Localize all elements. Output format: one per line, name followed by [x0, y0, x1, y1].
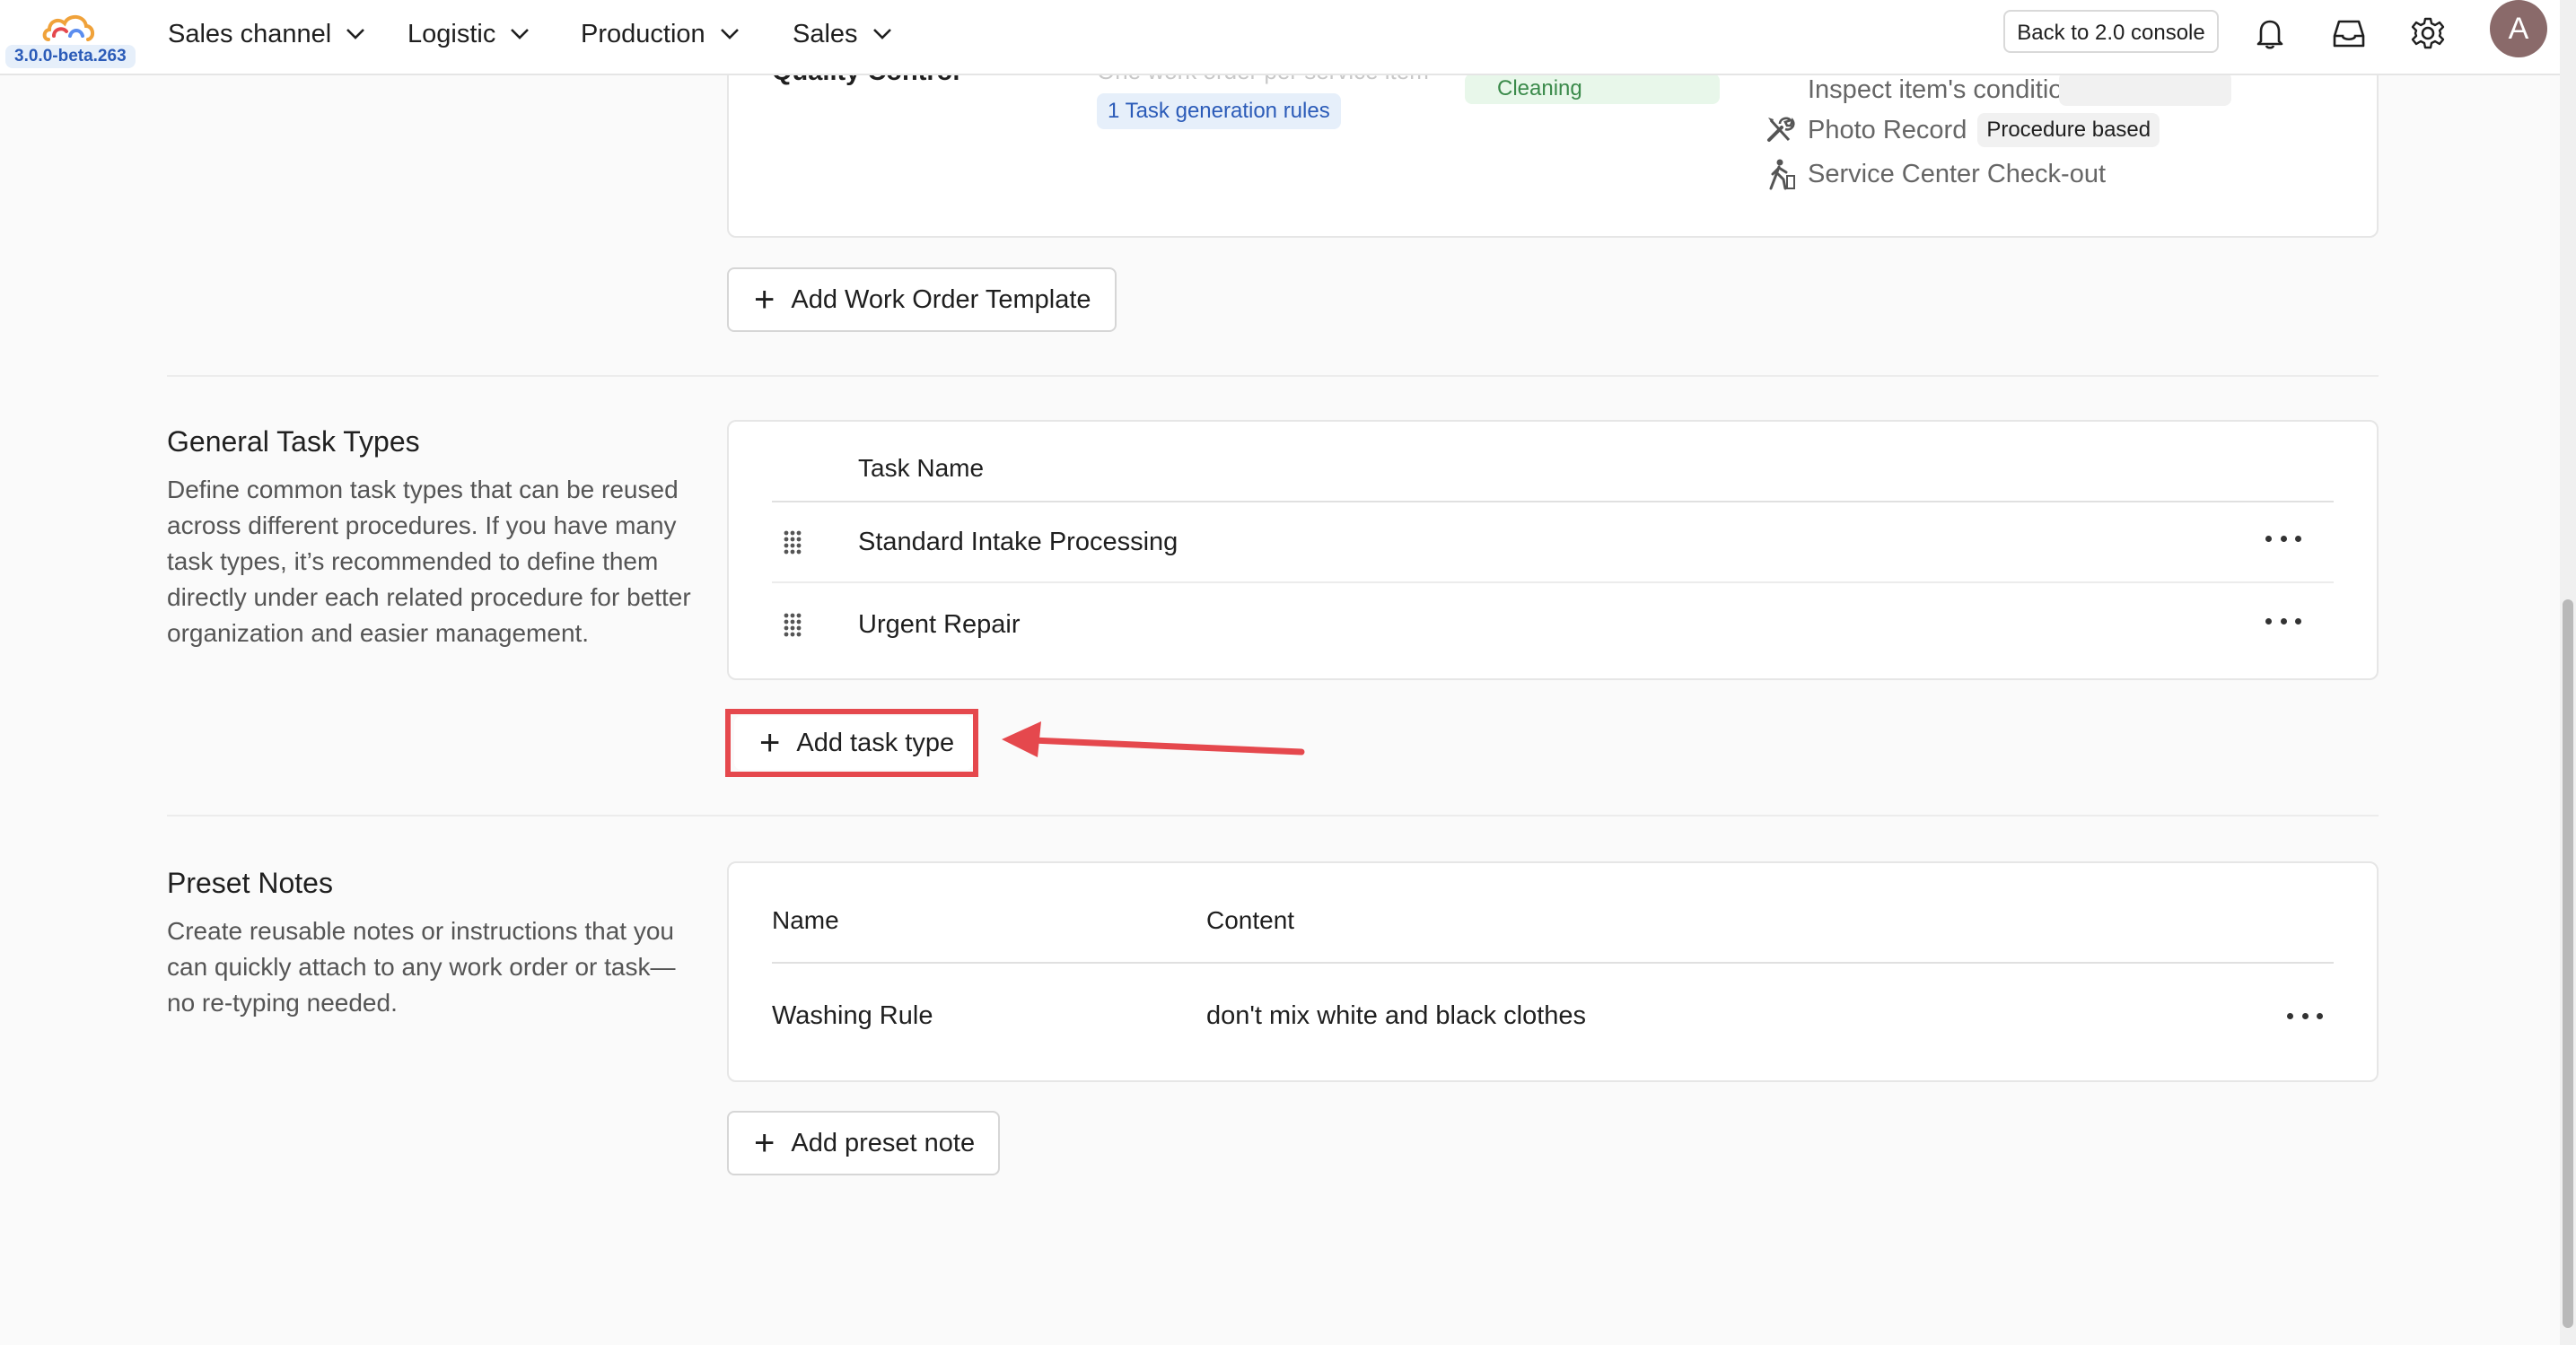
task-name: Service Center Check-out — [1808, 159, 2107, 188]
table-divider — [772, 962, 2334, 964]
drag-handle-icon[interactable] — [783, 529, 802, 556]
plus-icon: + — [754, 1123, 775, 1163]
work-order-task-row: Inspect item's condition — [1765, 75, 2078, 105]
nav-sales[interactable]: Sales — [793, 16, 892, 52]
column-header-content: Content — [1206, 906, 1295, 934]
work-order-task-row: Service Center Check-out — [1765, 158, 2106, 190]
annotation-arrow-icon — [1002, 721, 1305, 757]
back-to-console-button[interactable]: Back to 2.0 console — [2003, 10, 2219, 53]
more-options-icon[interactable] — [2265, 612, 2301, 630]
walking-person-icon — [1765, 158, 1797, 190]
nav-label: Logistic — [407, 19, 496, 48]
chevron-down-icon — [511, 29, 530, 39]
column-header-task-name: Task Name — [858, 454, 985, 482]
bell-icon[interactable] — [2251, 14, 2289, 52]
section-description: Create reusable notes or instructions th… — [167, 917, 676, 1017]
inbox-icon[interactable] — [2330, 14, 2368, 52]
version-badge: 3.0.0-beta.263 — [5, 45, 136, 68]
section-divider — [167, 375, 2379, 377]
table-row-name: Washing Rule — [772, 1001, 933, 1030]
button-label: Add Work Order Template — [791, 284, 1091, 314]
table-row: Standard Intake Processing — [858, 528, 1178, 556]
section-title: Preset Notes — [167, 867, 333, 899]
procedure-based-badge: Procedure based — [1977, 113, 2160, 147]
chevron-down-icon — [346, 29, 365, 39]
nav-sales-channel[interactable]: Sales channel — [168, 16, 365, 52]
add-preset-note-button[interactable]: + Add preset note — [727, 1111, 1000, 1175]
plus-icon: + — [754, 280, 775, 319]
highlight-box — [725, 709, 978, 777]
status-tag-label: Cleaning — [1497, 76, 1582, 100]
nav-label: Production — [581, 19, 705, 48]
chevron-down-icon — [720, 29, 739, 39]
table-row: Urgent Repair — [858, 610, 1021, 639]
top-navigation-bar: 3.0.0-beta.263 Sales channel Logistic Pr… — [0, 0, 2560, 75]
section-title: General Task Types — [167, 425, 420, 458]
table-divider — [772, 501, 2334, 502]
cloud-logo-icon — [42, 14, 94, 41]
section-divider — [167, 815, 2379, 817]
nav-logistic[interactable]: Logistic — [407, 16, 530, 52]
button-label: Add preset note — [791, 1128, 976, 1157]
task-name: Photo Record — [1808, 115, 1967, 144]
preset-notes-table-card — [727, 861, 2379, 1082]
procedure-based-badge — [2059, 72, 2231, 106]
task-generation-rules-tag[interactable]: 1 Task generation rules — [1097, 93, 1341, 129]
section-description: Define common task types that can be reu… — [167, 476, 691, 647]
chevron-down-icon — [872, 29, 891, 39]
more-options-icon[interactable] — [2265, 529, 2301, 547]
avatar[interactable]: A — [2490, 0, 2547, 57]
table-row-content: don't mix white and black clothes — [1206, 1001, 1587, 1030]
row-divider — [772, 581, 2334, 583]
gear-icon[interactable] — [2409, 14, 2447, 52]
tools-icon — [1765, 114, 1797, 146]
status-tag: Cleaning — [1465, 74, 1720, 104]
nav-label: Sales channel — [168, 19, 332, 48]
add-work-order-template-button[interactable]: + Add Work Order Template — [727, 267, 1117, 332]
drag-handle-icon[interactable] — [783, 612, 802, 639]
nav-production[interactable]: Production — [581, 16, 740, 52]
nav-label: Sales — [793, 19, 858, 48]
scrollbar-thumb[interactable] — [2563, 599, 2573, 1328]
task-name: Inspect item's condition — [1808, 75, 2078, 104]
column-header-name: Name — [772, 906, 839, 934]
work-order-task-row: Photo Record Procedure based — [1765, 113, 2160, 147]
more-options-icon[interactable] — [2287, 1007, 2323, 1025]
